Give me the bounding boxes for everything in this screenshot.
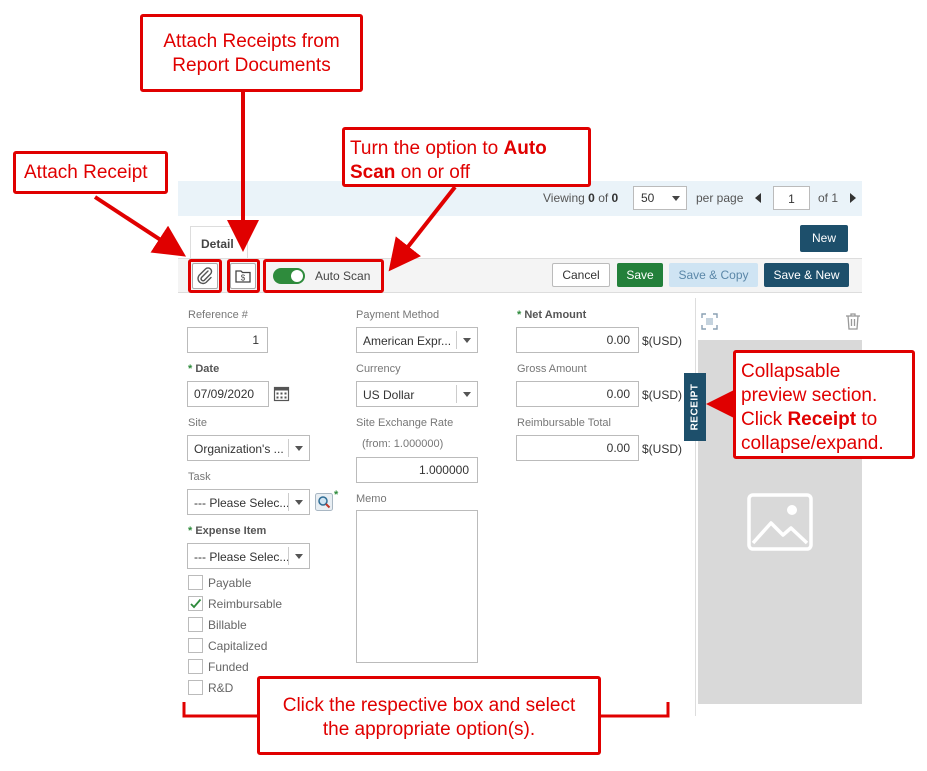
arrow-auto-scan [388, 185, 457, 272]
callout-checkbox-line1: Click the respective box and select [282, 695, 576, 716]
callout-preview-section: Collapsable preview section. Click Recei… [733, 350, 915, 459]
callout-docs-line2: Report Documents [172, 55, 331, 76]
callout-preview-line4: collapse/expand. [741, 433, 884, 454]
callout-attach-receipt-text: Attach Receipt [24, 162, 148, 183]
callout-checkbox-hint: Click the respective box and select the … [257, 676, 601, 755]
callout-auto-scan-line1: Turn the option to Auto [350, 137, 588, 161]
callout-checkbox-line2: the appropriate option(s). [322, 719, 536, 740]
callout-attach-receipt: Attach Receipt [13, 151, 168, 194]
callout-preview-text3b: to [856, 409, 878, 430]
callout-preview-line1: Collapsable [741, 361, 841, 382]
callout-auto-scan-text1: Turn the option to [350, 138, 504, 159]
callout-preview-text3: Click [741, 409, 788, 430]
callout-preview-line3: Click Receipt to [741, 408, 912, 432]
callout-attach-from-documents: Attach Receipts from Report Documents [140, 14, 363, 92]
callout-docs-line1: Attach Receipts from [163, 31, 340, 52]
callout-auto-scan-bold1: Auto [503, 138, 547, 159]
callout-preview-bold3: Receipt [787, 409, 857, 430]
callout-auto-scan: Turn the option to Auto Scan on or off [342, 127, 591, 187]
callout-auto-scan-text2: on or off [395, 162, 471, 183]
arrow-attach-receipt [93, 195, 187, 257]
callout-auto-scan-bold2: Scan [350, 162, 396, 183]
callout-preview-line2: preview section. [741, 385, 878, 406]
callout-auto-scan-line2: Scan on or off [350, 161, 588, 185]
